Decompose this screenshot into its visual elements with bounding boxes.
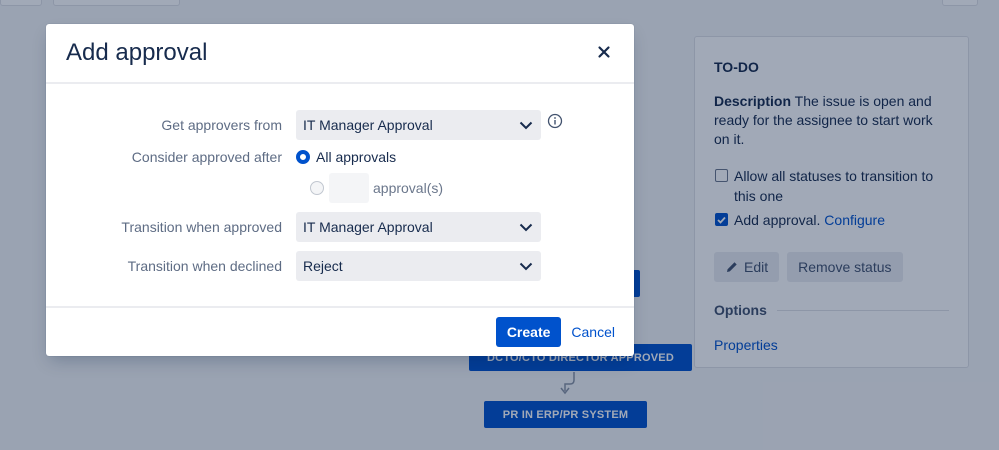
- transition-approved-select[interactable]: IT Manager Approval: [296, 212, 541, 242]
- cancel-button[interactable]: Cancel: [571, 324, 615, 340]
- radio-approval-count[interactable]: [310, 181, 324, 195]
- select-value: IT Manager Approval: [303, 117, 433, 133]
- transition-declined-row: Transition when declined Reject: [46, 251, 541, 281]
- approvers-from-select[interactable]: IT Manager Approval: [296, 110, 541, 140]
- all-approvals-label: All approvals: [316, 149, 397, 165]
- dialog-title: Add approval: [66, 39, 208, 66]
- approval-count-suffix: approval(s): [373, 180, 444, 196]
- select-value: Reject: [303, 258, 343, 274]
- consider-approved-label: Consider approved after: [131, 149, 282, 165]
- dialog-header: Add approval: [46, 24, 634, 84]
- chevron-down-icon: [519, 223, 533, 231]
- select-value: IT Manager Approval: [303, 219, 433, 235]
- add-approval-dialog: Add approval Get approvers from IT Manag…: [46, 24, 634, 356]
- transition-approved-row: Transition when approved IT Manager Appr…: [46, 212, 541, 242]
- consider-approved-row: Consider approved after All approvals: [46, 149, 396, 165]
- transition-declined-label: Transition when declined: [127, 258, 282, 274]
- close-icon[interactable]: [596, 44, 612, 60]
- info-icon[interactable]: [547, 113, 563, 129]
- transition-declined-select[interactable]: Reject: [296, 251, 541, 281]
- chevron-down-icon: [519, 262, 533, 270]
- approvers-from-label: Get approvers from: [161, 117, 282, 133]
- radio-all-approvals[interactable]: [296, 150, 310, 164]
- chevron-down-icon: [519, 121, 533, 129]
- create-button[interactable]: Create: [495, 317, 562, 347]
- approval-count-row: approval(s): [310, 173, 443, 203]
- transition-approved-label: Transition when approved: [121, 219, 282, 235]
- approvers-from-row: Get approvers from IT Manager Approval: [46, 110, 563, 140]
- approval-count-input[interactable]: [329, 173, 369, 203]
- dialog-footer: Create Cancel: [46, 306, 634, 356]
